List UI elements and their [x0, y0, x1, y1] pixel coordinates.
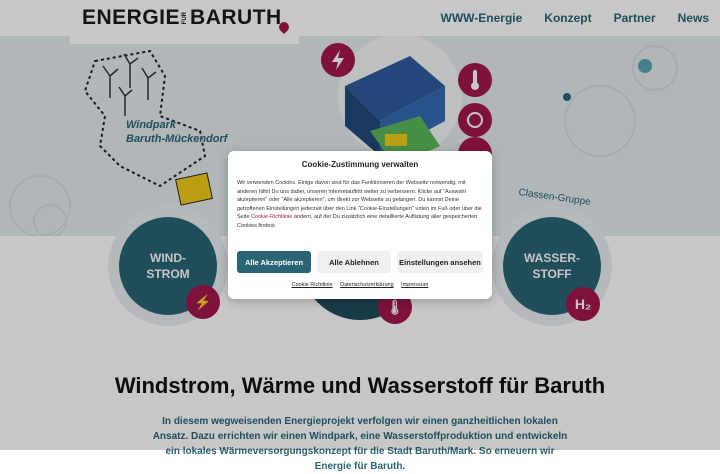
cookie-footer-links: Cookie Richtlinie Datenschutzerklärung I…: [228, 282, 492, 288]
accept-all-button[interactable]: Alle Akzeptieren: [237, 251, 311, 273]
cookie-dialog-text: Wir verwenden Cookies. Einige davon sind…: [237, 179, 483, 230]
cookie-policy-inline-link[interactable]: Cookie-Richtlinie: [251, 214, 292, 220]
cookie-policy-link[interactable]: Cookie Richtlinie: [292, 282, 333, 288]
view-settings-button[interactable]: Einstellungen ansehen: [397, 251, 483, 273]
imprint-link[interactable]: Impressum: [401, 282, 428, 288]
deny-all-button[interactable]: Alle Ablehnen: [317, 251, 391, 273]
cookie-dialog-title: Cookie-Zustimmung verwalten: [301, 160, 419, 169]
cookie-consent-dialog: Cookie-Zustimmung verwalten Wir verwende…: [228, 151, 492, 299]
privacy-policy-link[interactable]: Datenschutzerklärung: [340, 282, 394, 288]
